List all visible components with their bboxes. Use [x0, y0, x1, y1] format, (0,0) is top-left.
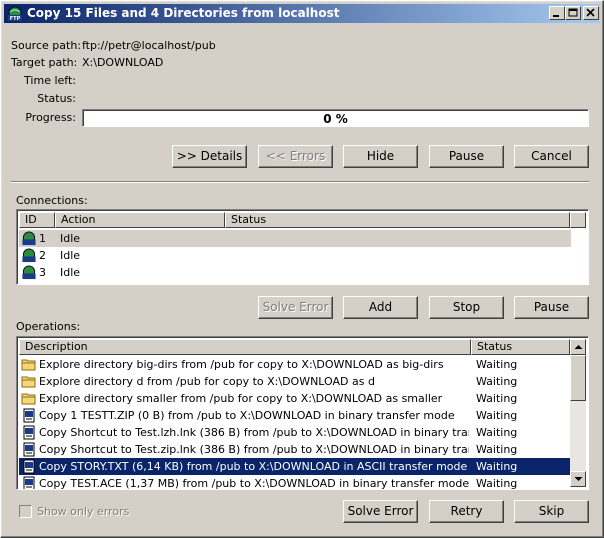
operation-row[interactable]: Copy Shortcut to Test.lzh.lnk (386 B) fr… [19, 424, 570, 441]
connections-label: Connections: [16, 194, 88, 207]
operation-description: Copy 1 TESTT.ZIP (0 B) from /pub to X:\D… [39, 409, 455, 422]
file-icon [23, 408, 35, 423]
operation-description: Copy Shortcut to Test.zip.lnk (386 B) fr… [39, 443, 469, 456]
progress-bar: 0 % [82, 109, 589, 127]
source-path-value: ftp://petr@localhost/pub [82, 39, 216, 52]
title-bar[interactable]: FTP Copy 15 Files and 4 Directories from… [4, 4, 600, 23]
operation-row[interactable]: Explore directory big-dirs from /pub for… [19, 356, 570, 373]
operation-row[interactable]: Copy 1 TESTT.ZIP (0 B) from /pub to X:\D… [19, 407, 570, 424]
operation-row[interactable]: Copy Shortcut to Test.zip.lnk (386 B) fr… [19, 441, 570, 458]
errors-button[interactable]: << Errors [258, 145, 333, 168]
connections-col-status[interactable]: Status [225, 212, 570, 228]
operation-status: Waiting [476, 460, 518, 473]
maximize-icon [568, 8, 578, 17]
operation-status: Waiting [476, 375, 518, 388]
pause-button[interactable]: Pause [429, 145, 504, 168]
show-only-errors-label[interactable]: Show only errors [37, 505, 129, 518]
add-connection-button[interactable]: Add [343, 296, 418, 319]
connection-action: Idle [60, 232, 81, 245]
file-icon [23, 459, 35, 474]
skip-button[interactable]: Skip [514, 500, 589, 523]
operation-description: Explore directory d from /pub for copy t… [39, 375, 375, 388]
operations-scrollbar[interactable] [570, 339, 586, 487]
operation-description: Explore directory big-dirs from /pub for… [39, 358, 444, 371]
operation-row[interactable]: Explore directory d from /pub for copy t… [19, 373, 570, 390]
separator [11, 181, 589, 183]
ftp-connection-icon [22, 231, 36, 246]
solve-error-button[interactable]: Solve Error [343, 500, 418, 523]
file-icon [23, 476, 35, 489]
operation-status: Waiting [476, 443, 518, 456]
operations-list[interactable]: Description Status Explore directory big… [16, 336, 589, 490]
cancel-button[interactable]: Cancel [514, 145, 589, 168]
connections-list[interactable]: ID Action Status 1 Idle 2 Idle 3 Idle [16, 209, 589, 285]
connection-row[interactable]: 1 Idle [19, 230, 571, 247]
minimize-icon [553, 15, 559, 17]
connection-id: 3 [39, 266, 46, 279]
connection-solve-error-button[interactable]: Solve Error [258, 296, 333, 319]
operation-description: Copy TEST.ACE (1,37 MB) from /pub to X:\… [39, 477, 469, 490]
operation-description: Copy Shortcut to Test.lzh.lnk (386 B) fr… [39, 426, 469, 439]
pause-connection-button[interactable]: Pause [514, 296, 589, 319]
scroll-thumb[interactable] [570, 355, 586, 401]
connections-col-action[interactable]: Action [55, 212, 225, 228]
operation-description: Explore directory smaller from /pub for … [39, 392, 443, 405]
file-icon [23, 425, 35, 440]
ftp-app-icon: FTP [8, 6, 22, 22]
source-path-label: Source path: [11, 39, 81, 52]
folder-icon [21, 359, 36, 371]
window-title: Copy 15 Files and 4 Directories from loc… [27, 6, 340, 20]
target-path-value: X:\DOWNLOAD [82, 56, 164, 69]
connection-id: 1 [39, 232, 46, 245]
operations-col-status[interactable]: Status [471, 339, 570, 355]
operation-description: Copy STORY.TXT (6,14 KB) from /pub to X:… [39, 460, 468, 473]
operation-row[interactable]: Copy TEST.ACE (1,37 MB) from /pub to X:\… [19, 475, 570, 490]
folder-icon [21, 393, 36, 405]
scroll-up-button[interactable] [570, 339, 586, 355]
details-button[interactable]: >> Details [172, 145, 247, 168]
retry-button[interactable]: Retry [429, 500, 504, 523]
copy-dialog-window: FTP Copy 15 Files and 4 Directories from… [0, 0, 604, 538]
connection-row[interactable]: 2 Idle [19, 247, 571, 264]
ftp-connection-icon [22, 265, 36, 280]
connection-row[interactable]: 3 Idle [19, 264, 571, 281]
operations-col-description[interactable]: Description [19, 339, 471, 355]
maximize-button[interactable] [565, 6, 581, 20]
minimize-button[interactable] [549, 6, 565, 20]
time-left-label: Time left: [24, 74, 76, 87]
close-icon [586, 8, 595, 17]
operation-status: Waiting [476, 358, 518, 371]
operation-row[interactable]: Explore directory smaller from /pub for … [19, 390, 570, 407]
progress-label: Progress: [25, 111, 76, 124]
stop-connection-button[interactable]: Stop [429, 296, 504, 319]
arrow-down-icon [574, 477, 583, 481]
status-label: Status: [37, 92, 76, 105]
connections-header-filler [570, 212, 586, 228]
connection-action: Idle [60, 266, 81, 279]
show-only-errors-checkbox[interactable] [19, 505, 32, 518]
arrow-up-icon [574, 345, 583, 349]
operation-status: Waiting [476, 477, 518, 490]
operations-label: Operations: [16, 320, 81, 333]
connections-col-id[interactable]: ID [19, 212, 55, 228]
connection-action: Idle [60, 249, 81, 262]
close-button[interactable] [583, 6, 599, 20]
operation-status: Waiting [476, 426, 518, 439]
operation-status: Waiting [476, 392, 518, 405]
operation-row[interactable]: Copy STORY.TXT (6,14 KB) from /pub to X:… [19, 458, 570, 475]
scroll-down-button[interactable] [570, 471, 586, 487]
progress-text: 0 % [323, 112, 348, 126]
operation-status: Waiting [476, 409, 518, 422]
hide-button[interactable]: Hide [343, 145, 418, 168]
target-path-label: Target path: [11, 56, 78, 69]
connection-id: 2 [39, 249, 46, 262]
svg-text:FTP: FTP [10, 16, 21, 22]
ftp-connection-icon [22, 248, 36, 263]
folder-icon [21, 376, 36, 388]
file-icon [23, 442, 35, 457]
